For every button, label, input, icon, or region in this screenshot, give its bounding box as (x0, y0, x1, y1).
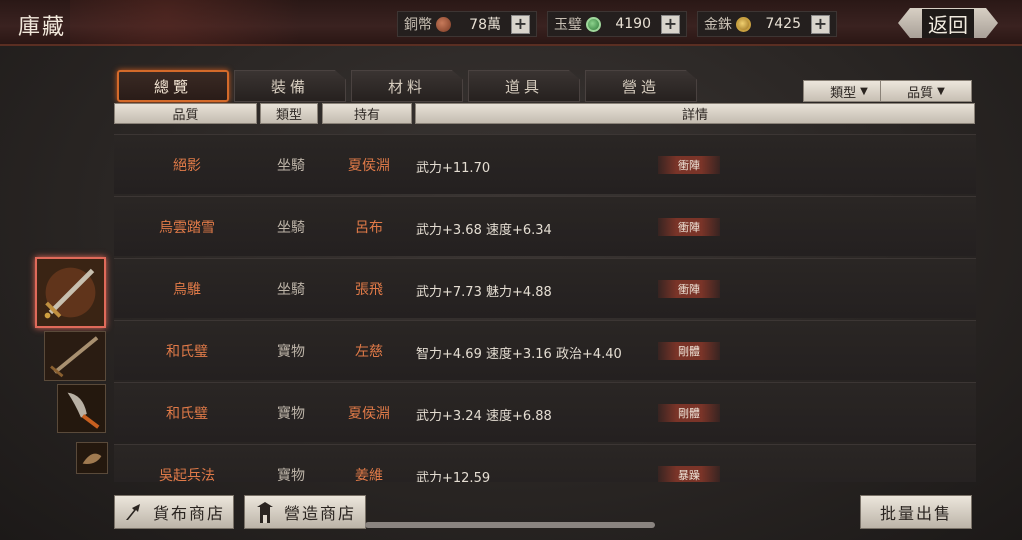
currency-name: 銅幣 (404, 17, 432, 33)
sword-icon[interactable] (35, 257, 106, 328)
currency-value: 7425 (765, 16, 801, 32)
cloth-shop-label: 貨布商店 (152, 504, 225, 523)
top-bar: 庫藏 銅幣 78萬 + 玉璧 4190 + 金銖 7425 + 返回 (0, 0, 1022, 46)
tab-materials[interactable]: 材料 (351, 70, 463, 102)
jade-disc-icon (586, 16, 601, 32)
item-name: 和氏璧 (166, 406, 208, 422)
construction-shop-label: 營造商店 (283, 504, 356, 523)
construction-shop-button[interactable]: 營造商店 (244, 495, 366, 529)
table-row[interactable]: 和氏璧 寶物 左慈 智力+4.69 速度+3.16 政治+4.40 剛體 (114, 320, 976, 380)
table-row[interactable]: 吳起兵法 寶物 姜維 武力+12.59 暴躁 (114, 444, 976, 482)
gold-coin-icon (736, 16, 751, 32)
decorative-swirl (70, 0, 390, 46)
item-type: 寶物 (277, 344, 305, 360)
table-row[interactable]: 烏騅 坐騎 張飛 武力+7.73 魅力+4.88 衝陣 (114, 258, 976, 318)
add-gold-button[interactable]: + (811, 14, 830, 34)
currency-gold: 金銖 7425 + (697, 11, 837, 37)
tab-overview[interactable]: 總覽 (117, 70, 229, 102)
table-row[interactable]: 和氏璧 寶物 夏侯淵 武力+3.24 速度+6.88 剛體 (114, 382, 976, 442)
currency-name: 玉璧 (554, 17, 582, 33)
item-owner: 左慈 (355, 344, 383, 360)
glaive-icon-image (58, 385, 105, 432)
quality-filter-label: 品質 (907, 85, 934, 101)
column-header-type[interactable]: 類型 (260, 103, 318, 124)
item-owner: 呂布 (355, 220, 383, 236)
item-name: 烏騅 (173, 282, 201, 298)
item-stats: 武力+3.68 速度+6.34 (416, 223, 552, 238)
item-trait-badge: 衝陣 (658, 156, 720, 174)
currency-jade: 玉璧 4190 + (547, 11, 687, 37)
currency-copper: 銅幣 78萬 + (397, 11, 537, 37)
sword-icon-image (45, 332, 105, 380)
triangle-down-icon: ▼ (937, 85, 945, 97)
item-stats: 武力+12.59 (416, 471, 491, 482)
column-header-quality[interactable]: 品質 (114, 103, 257, 124)
sword-icon-image (37, 259, 104, 326)
item-stats: 智力+4.69 速度+3.16 政治+4.40 (416, 347, 622, 362)
currency-name: 金銖 (704, 17, 732, 33)
item-trait-badge: 剛體 (658, 404, 720, 422)
page-title: 庫藏 (18, 15, 67, 40)
column-header-owner[interactable]: 持有 (322, 103, 412, 124)
item-type: 寶物 (277, 468, 305, 482)
shop-arrow-icon (123, 501, 145, 523)
back-label: 返回 (922, 8, 974, 38)
item-owner: 張飛 (355, 282, 383, 298)
item-name: 吳起兵法 (159, 468, 215, 482)
column-header-details: 詳情 (415, 103, 975, 124)
currency-value: 78萬 (469, 17, 501, 33)
currency-value: 4190 (615, 16, 651, 32)
item-stats: 武力+3.24 速度+6.88 (416, 409, 552, 424)
item-stats: 武力+11.70 (416, 161, 491, 176)
inventory-table[interactable]: 絕影 坐騎 夏侯淵 武力+11.70 衝陣 烏雲踏雪 坐騎 呂布 武力+3.68… (114, 130, 976, 482)
tab-items[interactable]: 道具 (468, 70, 580, 102)
bulk-sell-button[interactable]: 批量出售 (860, 495, 972, 529)
tab-construction[interactable]: 營造 (585, 70, 697, 102)
type-filter-label: 類型 (830, 85, 857, 101)
quality-filter-dropdown[interactable]: 品質 ▼ (880, 80, 972, 102)
table-row[interactable]: 烏雲踏雪 坐騎 呂布 武力+3.68 速度+6.34 衝陣 (114, 196, 976, 256)
relic-icon-image (77, 443, 107, 473)
bulk-sell-label: 批量出售 (879, 504, 952, 523)
sword-icon[interactable] (44, 331, 106, 381)
tower-icon (254, 501, 276, 523)
item-trait-badge: 暴躁 (658, 466, 720, 482)
item-name: 和氏璧 (166, 344, 208, 360)
item-trait-badge: 衝陣 (658, 218, 720, 236)
add-copper-button[interactable]: + (511, 14, 530, 34)
item-owner: 夏侯淵 (348, 158, 390, 174)
cloth-shop-button[interactable]: 貨布商店 (114, 495, 234, 529)
item-type: 坐騎 (277, 282, 305, 298)
item-stats: 武力+7.73 魅力+4.88 (416, 285, 552, 300)
item-type: 坐騎 (277, 220, 305, 236)
item-trait-badge: 衝陣 (658, 280, 720, 298)
item-owner: 夏侯淵 (348, 406, 390, 422)
add-jade-button[interactable]: + (661, 14, 680, 34)
item-type: 坐騎 (277, 158, 305, 174)
home-indicator (365, 522, 655, 528)
item-owner: 姜維 (355, 468, 383, 482)
item-trait-badge: 剛體 (658, 342, 720, 360)
item-name: 絕影 (173, 158, 201, 174)
glaive-icon[interactable] (57, 384, 106, 433)
back-button[interactable]: 返回 (898, 8, 998, 38)
item-type: 寶物 (277, 406, 305, 422)
relic-icon[interactable] (76, 442, 108, 474)
tab-equipment[interactable]: 裝備 (234, 70, 346, 102)
table-row[interactable]: 絕影 坐騎 夏侯淵 武力+11.70 衝陣 (114, 134, 976, 194)
item-name: 烏雲踏雪 (159, 220, 215, 236)
copper-coin-icon (436, 16, 451, 32)
triangle-down-icon: ▼ (860, 85, 868, 97)
